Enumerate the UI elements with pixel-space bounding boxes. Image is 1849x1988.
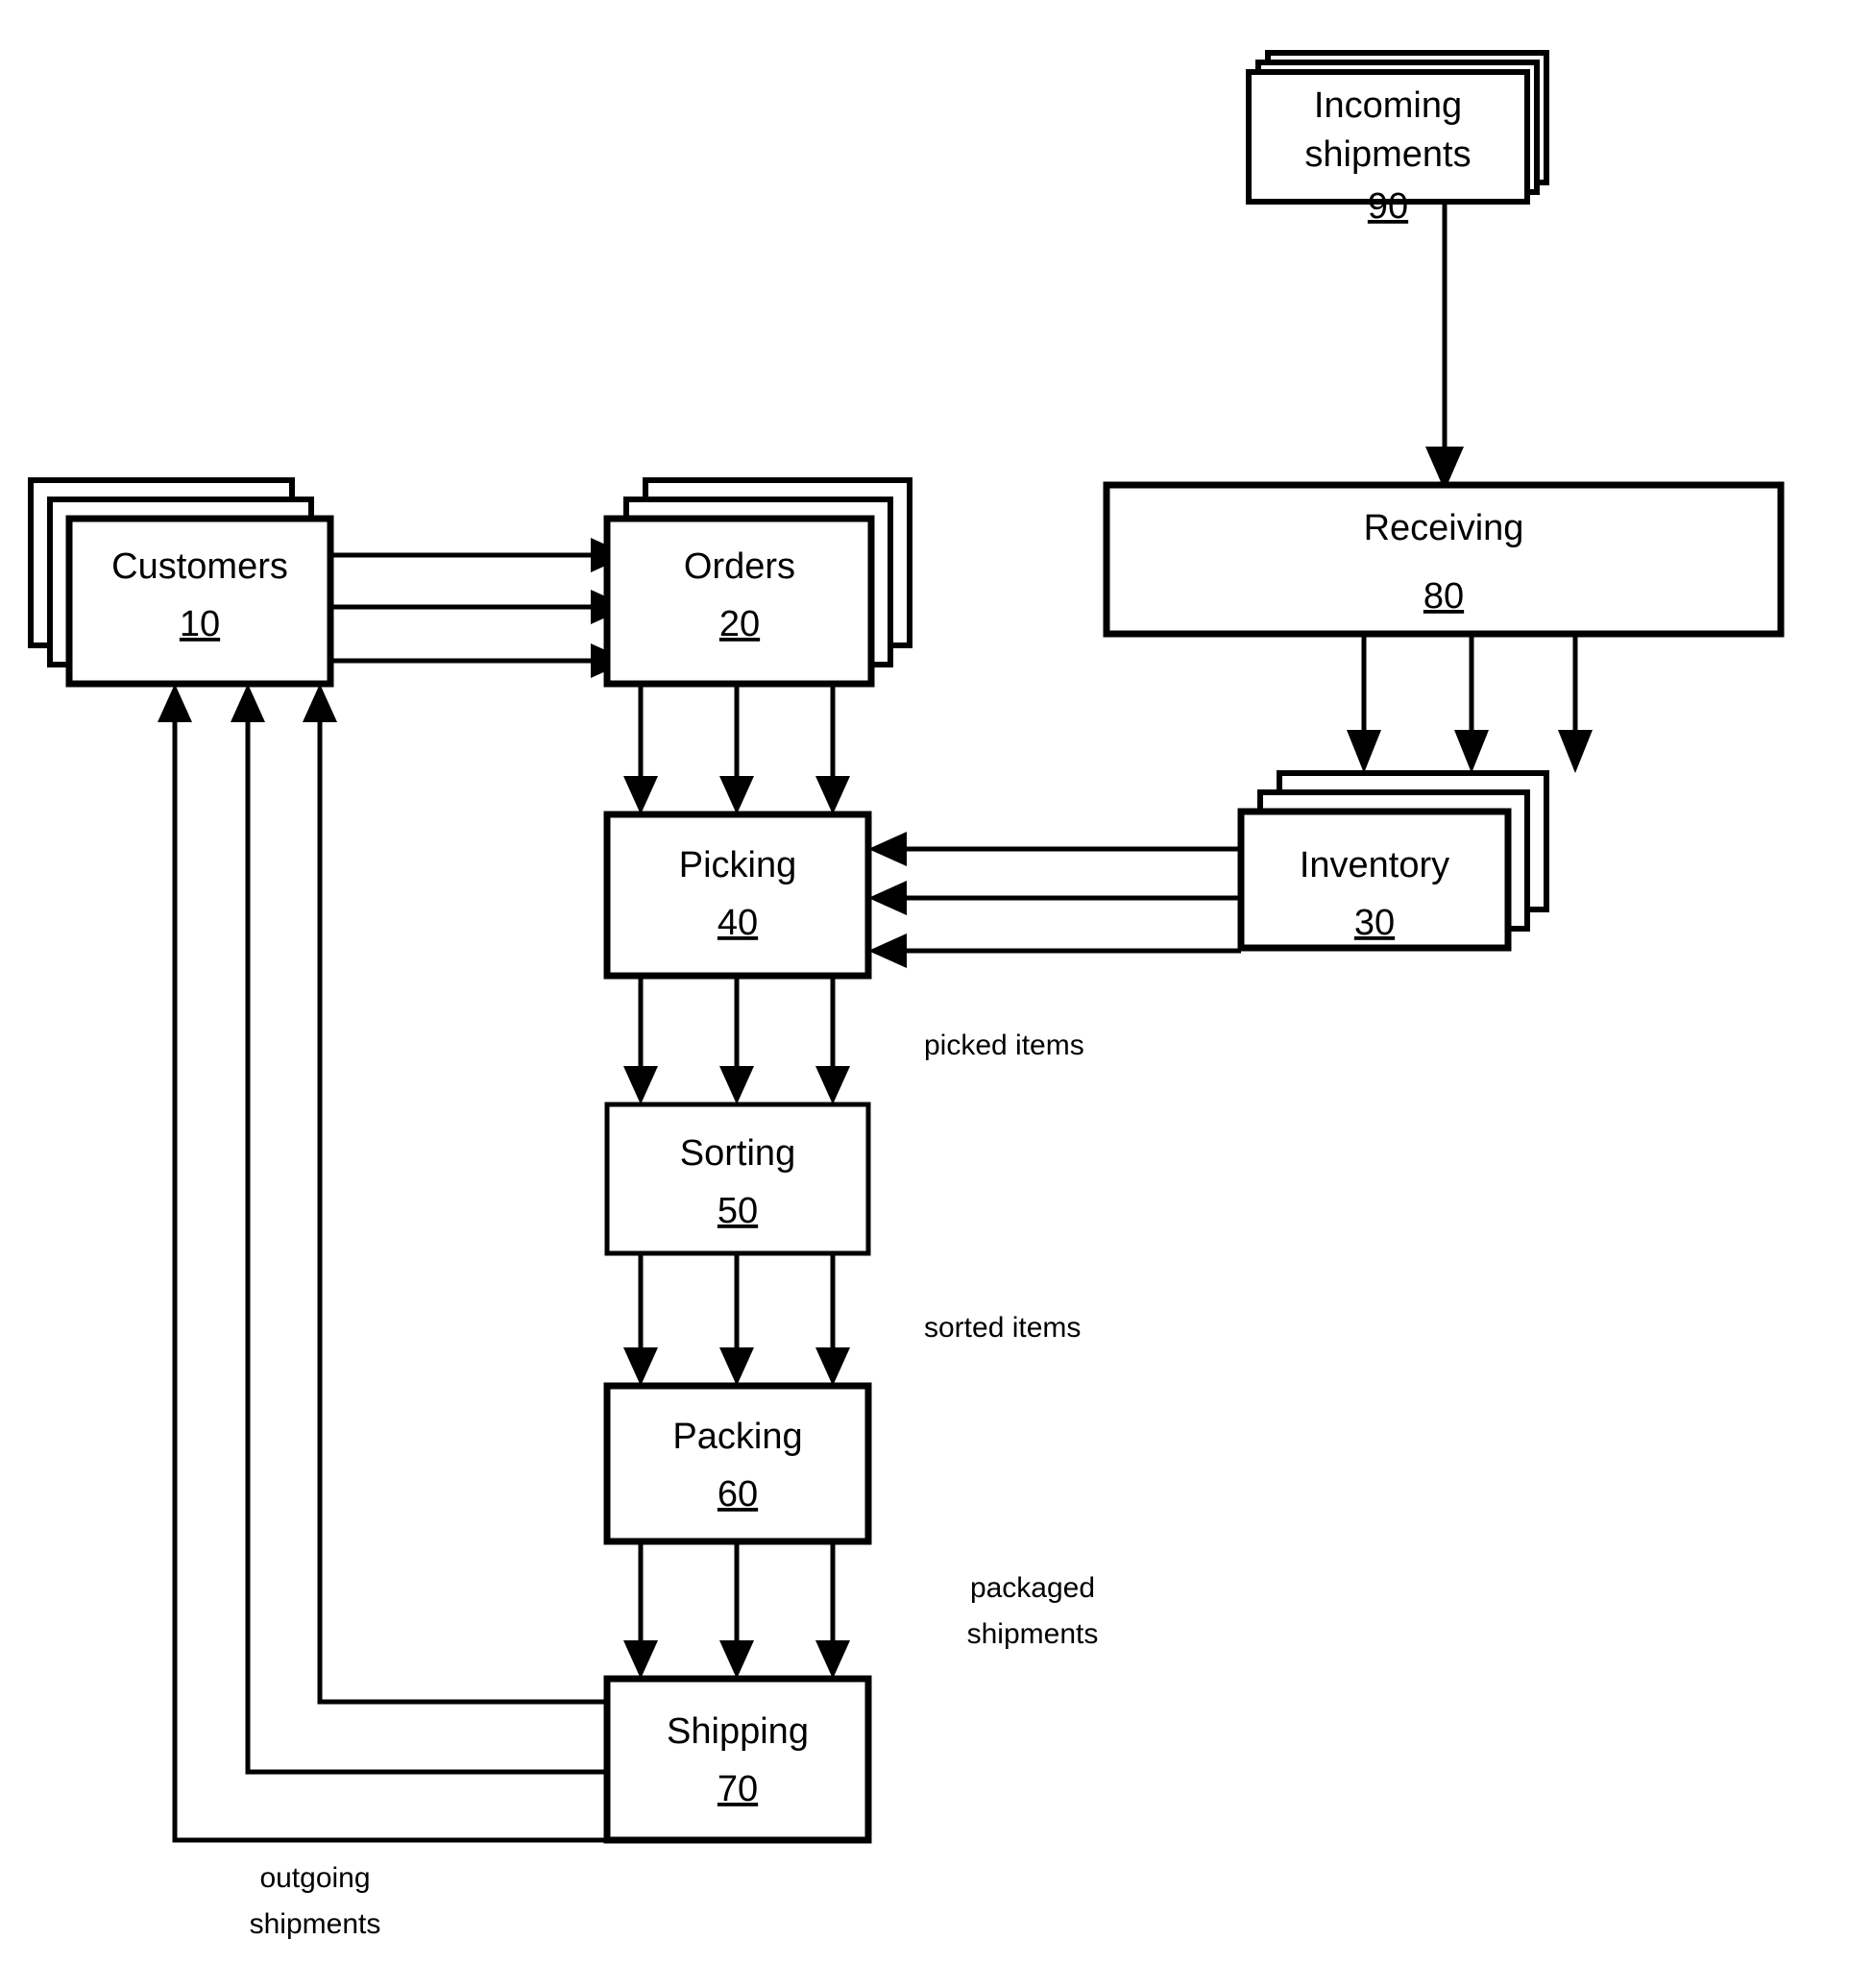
node-customers[interactable]: Customers 10	[28, 477, 334, 688]
node-orders-ref: 20	[719, 604, 760, 644]
node-sorting-ref: 50	[718, 1191, 758, 1231]
flow-packing-to-shipping	[623, 1541, 850, 1679]
edge-label-outgoing-shipments-line2: shipments	[250, 1908, 381, 1940]
patent-figure-canvas: Incoming shipments 90 Receiving 80 Inven…	[0, 0, 1849, 1988]
node-receiving-ref: 80	[1423, 576, 1464, 617]
edge-label-sorted-items: sorted items	[924, 1312, 1081, 1344]
node-receiving-label: Receiving	[1364, 508, 1524, 548]
node-sorting-label: Sorting	[680, 1133, 795, 1174]
node-packing-ref: 60	[718, 1474, 758, 1515]
flow-orders-to-picking	[623, 684, 850, 814]
node-receiving[interactable]: Receiving 80	[1103, 481, 1785, 638]
flow-incoming-to-receiving	[1425, 202, 1464, 491]
node-customers-ref: 10	[180, 604, 220, 644]
flow-picking-to-sorting	[623, 976, 850, 1104]
node-orders[interactable]: Orders 20	[603, 477, 912, 688]
node-shipping[interactable]: Shipping 70	[603, 1675, 872, 1844]
flow-shipping-to-customers	[158, 684, 607, 1843]
node-picking-ref: 40	[718, 903, 758, 943]
node-incoming-shipments-label-line2: shipments	[1304, 134, 1471, 175]
node-customers-label: Customers	[111, 546, 288, 587]
node-incoming-shipments[interactable]: Incoming shipments 90	[1246, 50, 1549, 227]
flow-diagram: Incoming shipments 90 Receiving 80 Inven…	[28, 50, 1785, 1940]
flow-receiving-to-inventory	[1347, 634, 1593, 773]
node-packing-label: Packing	[672, 1417, 802, 1457]
flow-inventory-to-picking	[868, 832, 1241, 968]
node-picking-label: Picking	[679, 845, 797, 885]
node-inventory-ref: 30	[1354, 903, 1395, 943]
node-inventory[interactable]: Inventory 30	[1237, 770, 1549, 952]
node-incoming-shipments-ref: 90	[1368, 186, 1408, 227]
node-orders-label: Orders	[684, 546, 795, 587]
node-shipping-ref: 70	[718, 1769, 758, 1809]
flow-sorting-to-packing	[623, 1253, 850, 1386]
edge-label-packaged-shipments-line1: packaged	[970, 1572, 1095, 1604]
node-picking[interactable]: Picking 40	[603, 811, 872, 980]
flow-customers-to-orders	[330, 538, 629, 678]
node-shipping-label: Shipping	[667, 1711, 809, 1752]
node-inventory-label: Inventory	[1300, 845, 1449, 885]
edge-label-outgoing-shipments-line1: outgoing	[259, 1862, 370, 1894]
node-sorting[interactable]: Sorting 50	[604, 1102, 871, 1256]
node-incoming-shipments-label-line1: Incoming	[1314, 85, 1462, 126]
edge-label-packaged-shipments-line2: shipments	[967, 1618, 1099, 1650]
node-packing[interactable]: Packing 60	[603, 1382, 872, 1545]
edge-label-picked-items: picked items	[924, 1030, 1084, 1061]
